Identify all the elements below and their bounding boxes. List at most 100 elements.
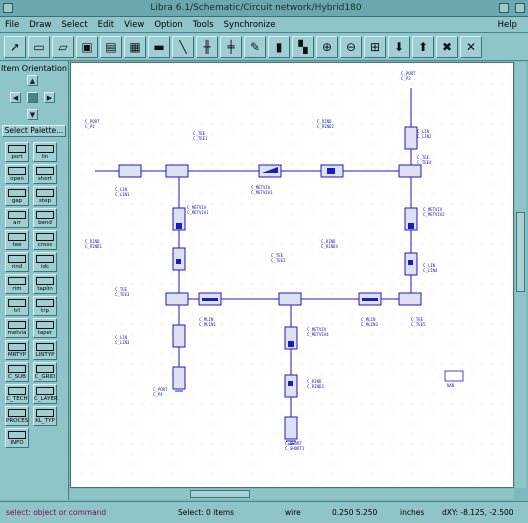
rotate-icon[interactable]: ╫ [196,35,218,58]
palette-item-bend[interactable]: bend [33,208,57,228]
palette-symbol-icon [36,343,54,351]
palette-item-c-grid[interactable]: C_GRID [33,362,57,382]
status-delta: dXY: -8.125, -2.500 [442,508,514,517]
select-palette-button[interactable]: Select Palette... [2,125,66,137]
orientation-center[interactable] [27,92,38,103]
palette-item-label: KL_TYP [35,418,55,424]
cut-icon[interactable]: ✖ [436,35,458,58]
palette-item-c-tech[interactable]: C_TECH [5,384,29,404]
horizontal-scroll-thumb[interactable] [190,490,250,498]
move-icon[interactable]: ▚ [292,35,314,58]
status-mode: wire [285,508,301,517]
arrow-left-icon[interactable]: ◀ [10,92,21,103]
palette-item-info[interactable]: INFO [5,428,29,448]
chip-icon[interactable]: ▬ [148,35,170,58]
palette-item-trl[interactable]: trl [5,296,29,316]
delete-icon[interactable]: ▮ [268,35,290,58]
vertical-scrollbar[interactable] [515,62,526,488]
palette-item-label: LINTYP [35,352,55,358]
download-icon[interactable]: ⬇ [388,35,410,58]
palette-item-label: C_GRID [34,374,56,380]
palette-item-trp[interactable]: trp [33,296,57,316]
menu-help[interactable]: Help [493,20,522,30]
status-bar: select: object or command Select: 0 item… [0,501,528,523]
mirror-icon[interactable]: ╪ [220,35,242,58]
arrow-down-icon[interactable]: ▼ [27,109,38,120]
palette-item-taplin[interactable]: taplin [33,274,57,294]
palette-item-mrtyp[interactable]: MRTYP [5,340,29,360]
status-select-count: Select: 0 items [178,508,235,517]
menu-synchronize[interactable]: Synchronize [219,20,281,30]
palette-symbol-icon [36,189,54,197]
horizontal-scrollbar[interactable] [70,489,514,499]
palette-item-rim[interactable]: rim [5,274,29,294]
palette-symbol-icon [36,409,54,417]
title-bar: Libra 6.1/Schematic/Circuit network/Hybr… [0,0,528,17]
minimize-button[interactable] [499,3,509,13]
menu-select[interactable]: Select [56,20,92,30]
schematic-canvas[interactable]: C_PORT C_P1 C_TEE C_TEE1 C_RIND C_RIND2 C_P… [70,62,514,488]
menu-draw[interactable]: Draw [24,20,56,30]
upload-icon[interactable]: ⬆ [412,35,434,58]
palette-item-label: rim [12,286,22,292]
palette-item-label: short [37,176,53,182]
palette-symbol-icon [8,145,26,153]
palette-symbol-icon [8,167,26,175]
zoom-out-icon[interactable]: ⊖ [340,35,362,58]
menu-edit[interactable]: Edit [93,20,119,30]
save-as-icon[interactable]: ▤ [100,35,122,58]
menu-tools[interactable]: Tools [188,20,219,30]
palette-symbol-icon [36,299,54,307]
break-icon[interactable]: ✕ [460,35,482,58]
orientation-pad: ▲ ◀ ▶ ▼ [10,75,56,121]
arrow-up-icon[interactable]: ▲ [27,75,38,86]
zoom-in-icon[interactable]: ⊕ [316,35,338,58]
palette-item-c-sub[interactable]: C_SUB [5,362,29,382]
palette-item-metvia[interactable]: metvia [5,318,29,338]
palette-item-kl-typ[interactable]: KL_TYP [33,406,57,426]
palette-symbol-icon [36,321,54,329]
edit-icon[interactable]: ✎ [244,35,266,58]
palette-item-cross[interactable]: cross [33,230,57,250]
palette-symbol-icon [8,321,26,329]
menu-view[interactable]: View [119,20,149,30]
palette-item-idc[interactable]: idc [33,252,57,272]
vertical-scroll-thumb[interactable] [516,212,525,292]
fit-icon[interactable]: ⊞ [364,35,386,58]
palette-item-short[interactable]: short [33,164,57,184]
palette-item-port[interactable]: port [5,142,29,162]
select-arrow-icon[interactable]: ➚ [4,35,26,58]
svg-text:C_METVIA1: C_METVIA1 [187,210,209,215]
palette-item-gap[interactable]: gap [5,186,29,206]
svg-text:C_SHORT1: C_SHORT1 [285,446,305,451]
palette-item-label: trp [41,308,49,314]
palette-item-tee[interactable]: tee [5,230,29,250]
palette-item-taper[interactable]: taper [33,318,57,338]
palette-symbol-icon [8,277,26,285]
svg-text:C_TEE1: C_TEE1 [193,136,208,141]
menu-file[interactable]: File [0,20,24,30]
palette-item-step[interactable]: step [33,186,57,206]
palette-item-lintyp[interactable]: LINTYP [33,340,57,360]
print-icon[interactable]: ▦ [124,35,146,58]
palette-item-label: step [39,198,51,204]
palette-item-label: arr [13,220,21,226]
line-icon[interactable]: ╲ [172,35,194,58]
palette-item-arr[interactable]: arr [5,208,29,228]
palette-item-lin[interactable]: lin [33,142,57,162]
svg-text:C_MLIN1: C_MLIN1 [199,322,216,327]
maximize-button[interactable] [515,3,525,13]
open-folder-icon[interactable]: ▭ [28,35,50,58]
palette-item-open[interactable]: open [5,164,29,184]
open-file-icon[interactable]: ▱ [52,35,74,58]
save-icon[interactable]: ▣ [76,35,98,58]
palette-item-label: C_LAYER [34,396,58,402]
palette-item-label: taper [37,330,53,336]
palette-item-label: C_TECH [6,396,28,402]
arrow-right-icon[interactable]: ▶ [44,92,55,103]
palette-item-proces[interactable]: PROCES [5,406,29,426]
palette-item-c-layer[interactable]: C_LAYER [33,384,58,404]
window-menu-button[interactable] [3,3,13,13]
palette-item-rind[interactable]: rind [5,252,29,272]
menu-option[interactable]: Option [149,20,187,30]
